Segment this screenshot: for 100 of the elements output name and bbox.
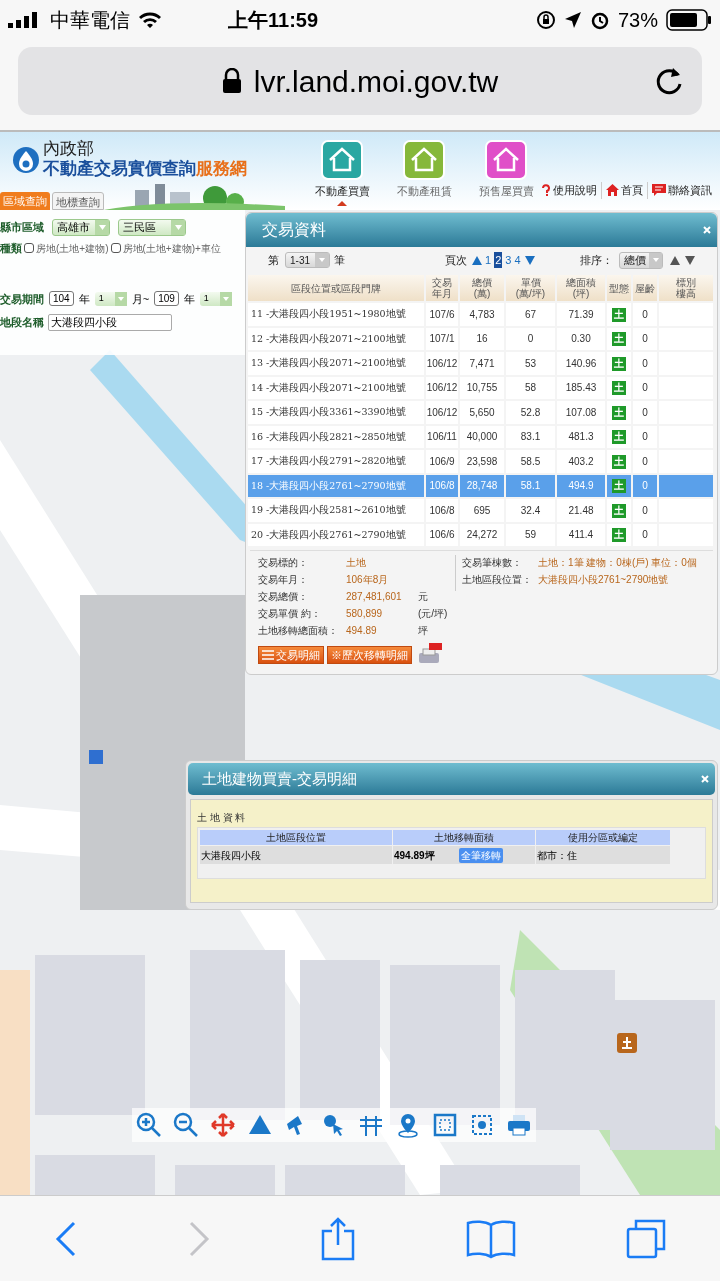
- query-tab[interactable]: 地標查詢: [52, 192, 104, 210]
- previous-page-icon[interactable]: [472, 255, 482, 265]
- ministry-logo: [12, 146, 40, 174]
- table-cell: 107.08: [557, 401, 605, 424]
- column-header: 單價: [520, 277, 541, 288]
- print-icon[interactable]: [506, 1112, 532, 1138]
- table-cell: 11 -大港段四小段1951~1980地號: [248, 303, 424, 326]
- summary-unit: 坪: [418, 623, 428, 638]
- table-cell: 10,755: [460, 376, 504, 399]
- table-row[interactable]: 17 -大港段四小段2791~2820地號 106/9 23,598 58.5 403.2 土 0: [248, 450, 713, 473]
- nav-tab[interactable]: 不動產買賣: [308, 140, 376, 206]
- table-row[interactable]: 14 -大港段四小段2071~2100地號 106/12 10,755 58 185.43 土 0: [248, 376, 713, 399]
- section-name-field[interactable]: 大港段四小段: [48, 314, 172, 331]
- table-cell: 403.2: [557, 450, 605, 473]
- wifi-icon: [138, 11, 162, 29]
- table-cell: 0: [633, 474, 657, 497]
- table-cell: 16: [460, 327, 504, 350]
- table-cell: 494.9: [557, 474, 605, 497]
- table-row[interactable]: 18 -大港段四小段2761~2790地號 106/8 28,748 58.1 494.9 土 0: [248, 474, 713, 497]
- zoom-in-icon[interactable]: [136, 1112, 162, 1138]
- range-select[interactable]: 1-31: [285, 252, 330, 268]
- table-cell: 0.30: [557, 327, 605, 350]
- table-cell: 411.4: [557, 523, 605, 546]
- table-row[interactable]: 15 -大港段四小段3361~3390地號 106/12 5,650 52.8 107.08 土 0: [248, 401, 713, 424]
- section-title: 土 地 資 料: [197, 811, 247, 825]
- alarm-icon: [589, 10, 610, 30]
- table-row[interactable]: 20 -大港段四小段2761~2790地號 106/6 24,272 59 411.4 土 0: [248, 523, 713, 546]
- table-cell: 28,748: [460, 474, 504, 497]
- table-cell: 大港段四小段: [200, 846, 392, 864]
- page-link[interactable]: 3: [505, 251, 512, 269]
- share-icon[interactable]: [320, 1216, 356, 1261]
- table-cell: 52.8: [506, 401, 555, 424]
- table-cell: 106/11: [426, 425, 458, 448]
- next-page-icon[interactable]: [524, 255, 535, 265]
- summary-label: 交易單價 約：: [258, 606, 322, 621]
- zoom-out-icon[interactable]: [173, 1112, 199, 1138]
- pan-arrows-icon[interactable]: [210, 1112, 236, 1138]
- location-pin-icon[interactable]: [395, 1112, 421, 1138]
- column-header: 年月: [431, 288, 453, 299]
- table-cell: 67: [506, 303, 555, 326]
- battery-icon: [666, 9, 712, 31]
- column-header: 土地區段位置: [200, 830, 392, 845]
- city-select[interactable]: 高雄市: [52, 219, 110, 236]
- table-cell: 0: [633, 303, 657, 326]
- year-input[interactable]: 109: [154, 291, 179, 307]
- table-row[interactable]: 16 -大港段四小段2821~2850地號 106/11 40,000 83.1 481.3 土 0: [248, 425, 713, 448]
- district-select[interactable]: 三民區: [118, 219, 186, 236]
- table-row[interactable]: 11 -大港段四小段1951~1980地號 107/6 4,783 67 71.39 土 0: [248, 303, 713, 326]
- url-text: lvr.land.moi.gov.tw: [253, 63, 499, 100]
- caret-icon: [95, 220, 109, 235]
- header-link[interactable]: 聯絡資訊: [668, 182, 712, 199]
- checkbox[interactable]: [110, 243, 121, 254]
- sort-descending-icon[interactable]: [685, 255, 695, 265]
- table-cell: 4,783: [460, 303, 504, 326]
- close-icon[interactable]: [701, 775, 709, 783]
- reload-icon[interactable]: [654, 65, 684, 97]
- panel-title: 交易資料: [262, 220, 326, 240]
- page-link[interactable]: 4: [514, 251, 521, 269]
- table-cell: 13 -大港段四小段2071~2100地號: [248, 352, 424, 375]
- tabs-icon[interactable]: [625, 1218, 666, 1259]
- page-link[interactable]: 2: [494, 251, 503, 269]
- column-header: 樓高: [675, 288, 697, 299]
- summary-unit: 元: [418, 589, 428, 604]
- table-row[interactable]: 12 -大港段四小段2071~2100地號 107/1 16 0 0.30 土 0: [248, 327, 713, 350]
- nav-tab[interactable]: 預售屋買賣: [472, 140, 540, 206]
- table-cell: 0: [506, 327, 555, 350]
- address-bar[interactable]: lvr.land.moi.gov.tw: [18, 47, 702, 115]
- checkbox[interactable]: [24, 243, 34, 254]
- sort-select[interactable]: 總價: [619, 251, 663, 269]
- table-row[interactable]: 19 -大港段四小段2581~2610地號 106/8 695 32.4 21.48 土 0: [248, 499, 713, 522]
- page-link[interactable]: 1: [485, 251, 492, 269]
- nav-tab[interactable]: 不動產租賃: [390, 140, 458, 206]
- checkbox-label: 房地(土地+建物): [36, 241, 109, 256]
- year-unit: 年: [183, 291, 195, 307]
- frame-icon[interactable]: [432, 1112, 458, 1138]
- lock-icon: [221, 68, 242, 94]
- checkbox-label: 房地(土地+建物)+車位: [122, 241, 221, 256]
- column-header: (坪): [571, 288, 591, 299]
- table-cell: 16 -大港段四小段2821~2850地號: [248, 425, 424, 448]
- table-cell: 0: [633, 523, 657, 546]
- year-input[interactable]: 104: [49, 291, 74, 307]
- year-unit: 年: [78, 291, 90, 307]
- table-cell: 12 -大港段四小段2071~2100地號: [248, 327, 424, 350]
- field-label: 種類: [0, 241, 22, 256]
- header-link[interactable]: 使用說明: [553, 182, 597, 199]
- dialog-title: 土地建物買賣-交易明細: [202, 768, 357, 789]
- header-link[interactable]: 首頁: [621, 182, 643, 199]
- table-cell: 140.96: [557, 352, 605, 375]
- full-extent-icon[interactable]: [469, 1112, 495, 1138]
- house-icon: [321, 140, 363, 180]
- close-icon[interactable]: [703, 226, 711, 234]
- table-row[interactable]: 13 -大港段四小段2071~2100地號 106/12 7,471 53 140.96 土 0: [248, 352, 713, 375]
- month-select[interactable]: 1: [94, 291, 127, 306]
- sort-ascending-icon[interactable]: [670, 255, 680, 265]
- month-select[interactable]: 1: [199, 291, 232, 306]
- land-type-badge: 土: [612, 332, 626, 347]
- house-icon: [485, 140, 527, 180]
- table-cell: 7,471: [460, 352, 504, 375]
- summary-label: 交易標的：: [258, 555, 309, 570]
- bookmarks-icon[interactable]: [464, 1218, 517, 1259]
